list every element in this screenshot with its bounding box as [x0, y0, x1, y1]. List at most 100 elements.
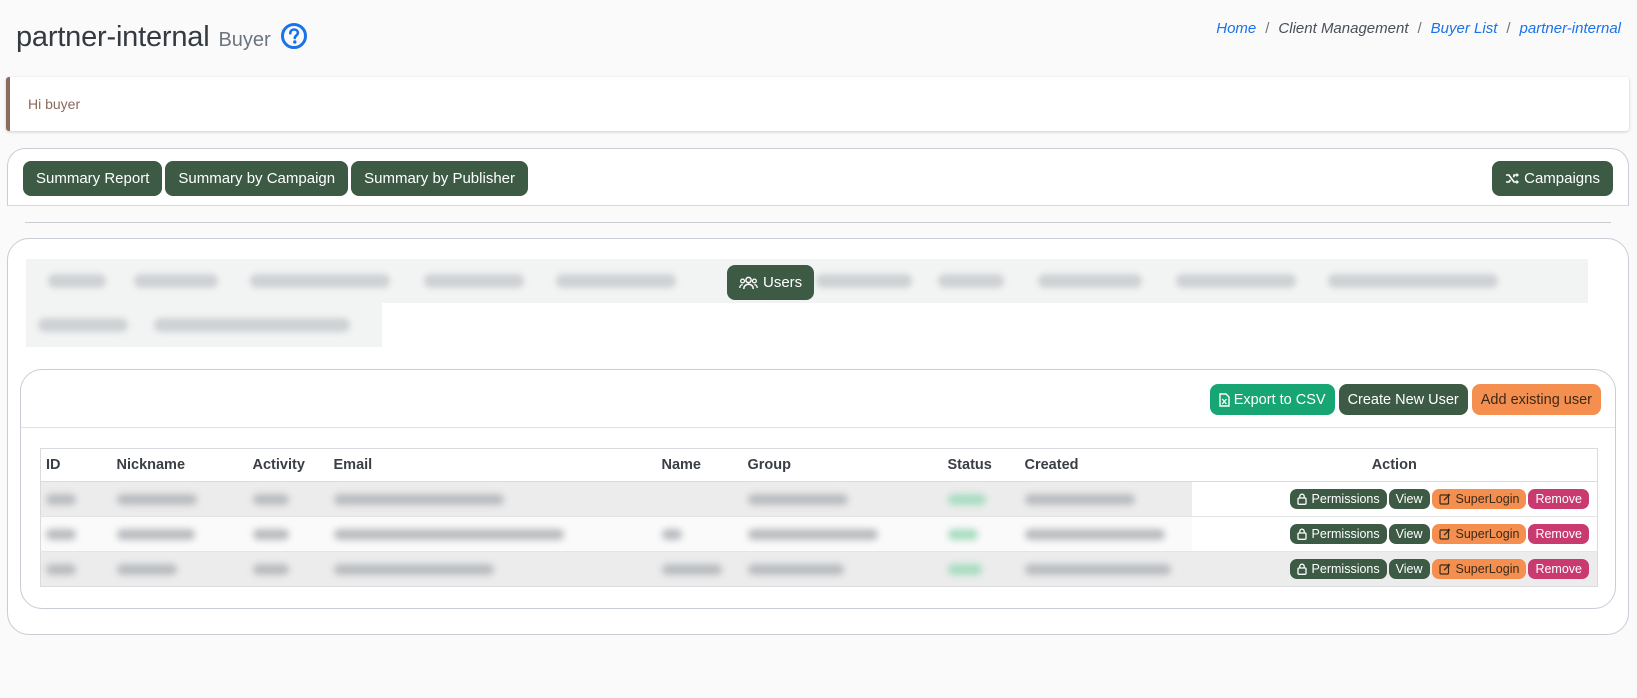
shuffle-icon	[1506, 172, 1520, 185]
file-excel-icon	[1218, 392, 1230, 407]
superlogin-label: SuperLogin	[1455, 492, 1520, 506]
alert-text: Hi buyer	[28, 96, 81, 112]
cell-created	[1019, 481, 1192, 517]
create-new-user-button[interactable]: Create New User	[1338, 384, 1468, 415]
breadcrumb: Home / Client Management / Buyer List / …	[1216, 20, 1621, 37]
cell-activity	[247, 516, 329, 552]
column-header-action: Action	[1191, 448, 1598, 482]
edit-icon	[1438, 528, 1450, 540]
question-circle-icon[interactable]	[280, 22, 308, 50]
column-header-status[interactable]: Status	[942, 448, 1020, 482]
blurred-tab[interactable]	[424, 274, 524, 288]
blurred-tab[interactable]	[816, 274, 912, 288]
column-header-nickname[interactable]: Nickname	[111, 448, 248, 482]
superlogin-button[interactable]: SuperLogin	[1431, 524, 1527, 544]
permissions-label: Permissions	[1311, 492, 1380, 506]
cell-id	[40, 551, 112, 587]
summary-report-button[interactable]: Summary Report	[23, 161, 163, 196]
tabs-strip-row2	[26, 303, 382, 347]
cell-created	[1019, 551, 1192, 587]
blurred-tab[interactable]	[1328, 274, 1498, 288]
remove-button[interactable]: Remove	[1528, 524, 1589, 544]
cell-nickname	[111, 551, 248, 587]
edit-icon	[1438, 493, 1450, 505]
cell-activity	[247, 481, 329, 517]
users-icon	[739, 276, 758, 289]
view-button[interactable]: View	[1388, 559, 1430, 579]
blurred-tab[interactable]	[48, 274, 106, 288]
view-button[interactable]: View	[1388, 489, 1430, 509]
table-header-row: ID Nickname Activity Email Name Group St…	[40, 448, 1598, 482]
cell-group	[742, 481, 943, 517]
breadcrumb-current[interactable]: partner-internal	[1520, 20, 1621, 37]
blurred-tab[interactable]	[250, 274, 390, 288]
blurred-tab[interactable]	[38, 318, 128, 332]
report-bar-divider	[7, 205, 1629, 206]
cell-nickname	[111, 516, 248, 552]
column-header-group[interactable]: Group	[742, 448, 943, 482]
table-row: Permissions View SuperLogin Remove	[40, 516, 1598, 552]
blurred-tab[interactable]	[938, 274, 1004, 288]
permissions-label: Permissions	[1311, 562, 1380, 576]
summary-by-campaign-button[interactable]: Summary by Campaign	[165, 161, 349, 196]
permissions-label: Permissions	[1311, 527, 1380, 541]
blurred-tab[interactable]	[1038, 274, 1142, 288]
cell-actions: Permissions View SuperLogin Remove	[1191, 481, 1598, 517]
breadcrumb-buyer-list[interactable]: Buyer List	[1431, 20, 1498, 37]
cell-name	[656, 516, 743, 552]
breadcrumb-separator: /	[1417, 20, 1422, 37]
superlogin-button[interactable]: SuperLogin	[1431, 559, 1527, 579]
breadcrumb-separator: /	[1506, 20, 1511, 37]
users-table: ID Nickname Activity Email Name Group St…	[40, 448, 1598, 587]
column-header-id[interactable]: ID	[40, 448, 112, 482]
export-csv-button[interactable]: Export to CSV	[1209, 384, 1335, 415]
cell-activity	[247, 551, 329, 587]
users-card: Export to CSV Create New User Add existi…	[20, 369, 1616, 609]
blurred-tab[interactable]	[154, 318, 350, 332]
cell-group	[742, 551, 943, 587]
page-title: partner-internal	[16, 21, 210, 53]
campaigns-button[interactable]: Campaigns	[1492, 161, 1613, 196]
welcome-alert: Hi buyer	[6, 77, 1629, 131]
edit-icon	[1438, 563, 1450, 575]
cell-status	[942, 551, 1020, 587]
cell-id	[40, 516, 112, 552]
tab-users[interactable]: Users	[727, 265, 815, 300]
table-row: Permissions View SuperLogin Remove	[40, 551, 1598, 587]
breadcrumb-client-management: Client Management	[1278, 20, 1409, 37]
permissions-button[interactable]: Permissions	[1289, 559, 1387, 579]
superlogin-label: SuperLogin	[1455, 527, 1520, 541]
permissions-button[interactable]: Permissions	[1289, 489, 1387, 509]
breadcrumb-home[interactable]: Home	[1216, 20, 1256, 37]
remove-button[interactable]: Remove	[1528, 489, 1589, 509]
page-subtitle: Buyer	[218, 29, 271, 51]
blurred-tab[interactable]	[556, 274, 676, 288]
cell-actions: Permissions View SuperLogin Remove	[1191, 551, 1598, 587]
view-button[interactable]: View	[1388, 524, 1430, 544]
blurred-tab[interactable]	[134, 274, 218, 288]
lock-icon	[1296, 528, 1307, 540]
cell-name	[656, 551, 743, 587]
column-header-email[interactable]: Email	[328, 448, 657, 482]
report-bar: Summary Report Summary by Campaign Summa…	[7, 148, 1629, 206]
cell-email	[328, 551, 657, 587]
user-actions: Export to CSV Create New User Add existi…	[1209, 384, 1601, 415]
table-row: Permissions View SuperLogin Remove	[40, 481, 1598, 517]
cell-status	[942, 516, 1020, 552]
section-divider	[25, 222, 1611, 223]
export-csv-label: Export to CSV	[1233, 391, 1326, 408]
remove-button[interactable]: Remove	[1528, 559, 1589, 579]
main-card: Users Export to CSV Create New User Add …	[7, 238, 1629, 635]
summary-by-publisher-button[interactable]: Summary by Publisher	[351, 161, 528, 196]
column-header-created[interactable]: Created	[1019, 448, 1192, 482]
column-header-name[interactable]: Name	[656, 448, 743, 482]
cell-email	[328, 516, 657, 552]
cell-email	[328, 481, 657, 517]
blurred-tab[interactable]	[1176, 274, 1296, 288]
column-header-activity[interactable]: Activity	[247, 448, 329, 482]
add-existing-user-button[interactable]: Add existing user	[1471, 384, 1601, 415]
superlogin-button[interactable]: SuperLogin	[1431, 489, 1527, 509]
page-header: partner-internal Buyer	[16, 18, 308, 54]
cell-nickname	[111, 481, 248, 517]
permissions-button[interactable]: Permissions	[1289, 524, 1387, 544]
